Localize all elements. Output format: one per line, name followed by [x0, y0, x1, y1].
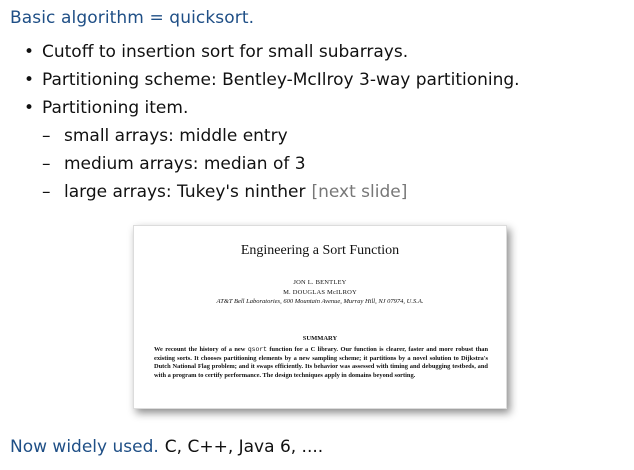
sub-bullet-text: small arrays: middle entry	[64, 126, 288, 146]
paper-affiliation: AT&T Bell Laboratories, 600 Mountain Ave…	[216, 298, 424, 305]
dash-icon: –	[42, 154, 51, 174]
footer-tail: C, C++, Java 6, ....	[164, 437, 324, 457]
dash-icon: –	[42, 126, 51, 146]
next-slide-note: [next slide]	[311, 182, 408, 202]
bullet-item: • Cutoff to insertion sort for small sub…	[18, 38, 618, 66]
paper-excerpt: Engineering a Sort Function JON L. BENTL…	[133, 225, 507, 409]
paper-author-1: JON L. BENTLEY	[293, 279, 347, 286]
bullet-item: • Partitioning scheme: Bentley-McIlroy 3…	[18, 66, 618, 94]
sub-bullet-item: – small arrays: middle entry	[18, 122, 618, 150]
dash-icon: –	[42, 182, 51, 202]
sub-bullet-item: – large arrays: Tukey's ninther [next sli…	[18, 178, 618, 206]
bullet-item: • Partitioning item.	[18, 94, 618, 122]
footer-line: Now widely used. C, C++, Java 6, ....	[10, 437, 323, 457]
bullet-text: Cutoff to insertion sort for small subar…	[42, 42, 409, 62]
paper-title: Engineering a Sort Function	[240, 243, 400, 258]
sub-bullet-text: medium arrays: median of 3	[64, 154, 306, 174]
bullet-dot-icon: •	[24, 98, 35, 118]
sub-bullet-text: large arrays: Tukey's ninther [next slide…	[64, 182, 408, 202]
bullet-dot-icon: •	[24, 42, 35, 62]
bullet-text: Partitioning scheme: Bentley-McIlroy 3-w…	[42, 70, 520, 90]
paper-abstract: We recount the history of a new qsort fu…	[154, 346, 488, 379]
paper-summary-heading: SUMMARY	[302, 335, 338, 342]
footer-lead: Now widely used.	[10, 437, 159, 457]
sub-bullet-item: – medium arrays: median of 3	[18, 150, 618, 178]
slide-heading: Basic algorithm = quicksort.	[10, 8, 255, 28]
bullet-dot-icon: •	[24, 70, 35, 90]
bullet-list: • Cutoff to insertion sort for small sub…	[18, 38, 618, 206]
code-snippet: qsort	[247, 346, 267, 353]
paper-author-2: M. DOUGLAS McILROY	[283, 289, 357, 296]
bullet-text: Partitioning item.	[42, 98, 189, 118]
